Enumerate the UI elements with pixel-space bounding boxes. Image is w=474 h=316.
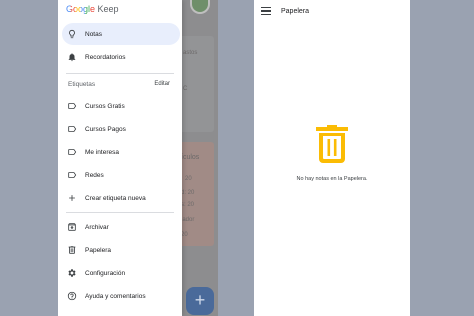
note-fragment: 20 — [185, 176, 192, 182]
trash-icon — [67, 245, 77, 255]
note-fragment: ículos — [181, 154, 200, 161]
nav-item-label: Notas — [85, 30, 102, 38]
help-icon — [67, 291, 77, 301]
trash-icon — [316, 125, 348, 163]
labels-section-title: Etiquetas — [68, 81, 96, 88]
labels-section-header: Etiquetas Editar — [68, 81, 178, 91]
left-phone-screen: astos C ículos 20 d: 20 s: 20 jador 20 +… — [58, 0, 218, 316]
nav-item-configuracion[interactable]: Configuración — [62, 262, 180, 284]
nav-item-label: Recordatorios — [85, 53, 126, 61]
empty-trash-message: No hay notas en la Papelera. — [296, 176, 368, 182]
divider — [66, 73, 174, 74]
label-item-me-interesa[interactable]: Me interesa — [62, 141, 180, 163]
note-fragment: jador — [181, 217, 195, 223]
background-note-card: astos C — [179, 36, 214, 132]
label-item-text: Cursos Gratis — [85, 102, 125, 110]
navigation-drawer: Google Keep Notas Recordatorios Etiqueta… — [58, 0, 182, 316]
note-fragment: astos — [183, 50, 198, 56]
nav-item-notas[interactable]: Notas — [62, 23, 180, 45]
plus-icon — [67, 193, 77, 203]
page-title: Papelera — [281, 7, 310, 15]
divider — [66, 212, 174, 213]
nav-item-label: Ayuda y comentarios — [85, 292, 146, 300]
edit-labels-button[interactable]: Editar — [154, 81, 170, 87]
nav-item-archivar[interactable]: Archivar — [62, 216, 180, 238]
label-item-text: Me interesa — [85, 148, 119, 156]
note-fragment: 20 — [181, 232, 188, 238]
background-note-card: ículos 20 d: 20 s: 20 jador 20 — [179, 142, 214, 246]
note-fragment: C — [183, 86, 188, 92]
archive-icon — [67, 222, 77, 232]
nav-item-ayuda[interactable]: Ayuda y comentarios — [62, 285, 180, 307]
create-label-text: Crear etiqueta nueva — [85, 194, 146, 202]
right-phone-screen: Papelera No hay notas en la Papelera. — [254, 0, 410, 316]
nav-item-label: Configuración — [85, 269, 126, 277]
bell-icon — [67, 52, 77, 62]
nav-item-recordatorios[interactable]: Recordatorios — [62, 46, 180, 68]
note-fragment: s: 20 — [181, 202, 195, 208]
top-app-bar: Papelera — [254, 0, 410, 22]
label-icon — [67, 124, 77, 134]
logo-keep-text: Keep — [97, 4, 119, 14]
nav-item-label: Papelera — [85, 246, 112, 254]
label-item-text: Cursos Pagos — [85, 125, 126, 133]
label-item-redes[interactable]: Redes — [62, 164, 180, 186]
google-keep-logo: Google Keep — [66, 4, 119, 14]
label-icon — [67, 170, 77, 180]
label-item-text: Redes — [85, 171, 104, 179]
lightbulb-icon — [67, 29, 77, 39]
gear-icon — [67, 268, 77, 278]
label-item-cursos-pagos[interactable]: Cursos Pagos — [62, 118, 180, 140]
add-note-fab[interactable]: + — [186, 287, 214, 315]
label-icon — [67, 147, 77, 157]
label-icon — [67, 101, 77, 111]
label-item-cursos-gratis[interactable]: Cursos Gratis — [62, 95, 180, 117]
logo-google-text: Google — [66, 4, 96, 14]
menu-icon[interactable] — [261, 7, 271, 15]
nav-item-label: Archivar — [85, 223, 109, 231]
create-label-button[interactable]: Crear etiqueta nueva — [62, 187, 180, 209]
nav-item-papelera[interactable]: Papelera — [62, 239, 180, 261]
note-fragment: d: 20 — [181, 190, 195, 196]
